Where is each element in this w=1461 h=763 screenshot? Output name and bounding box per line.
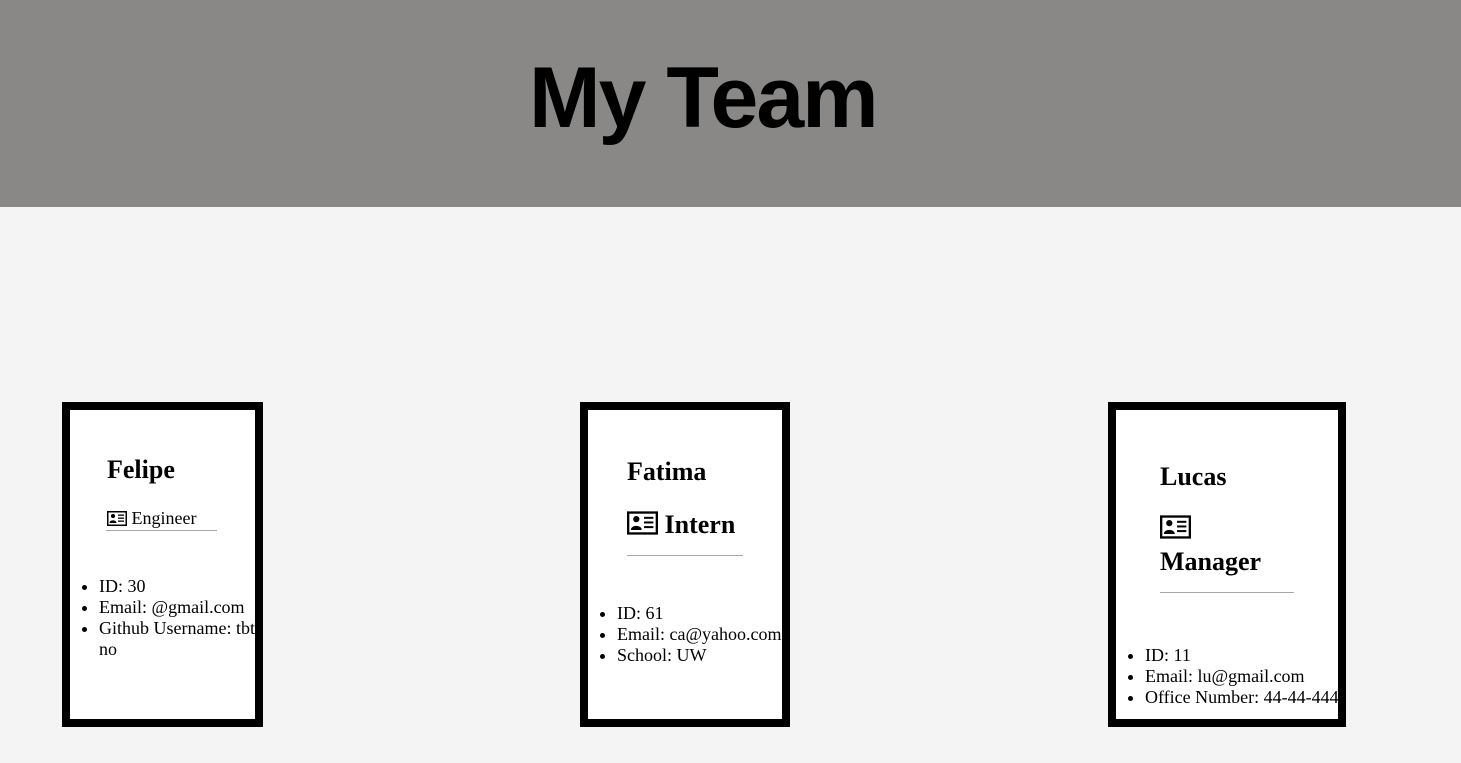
employee-role: Engineer: [107, 507, 196, 529]
id-card-icon: [107, 511, 127, 526]
detail-id: ID: 61: [617, 603, 782, 624]
detail-id: ID: 11: [1145, 645, 1339, 666]
divider: [1160, 592, 1294, 593]
divider: [106, 530, 217, 531]
detail-email: Email: ca@yahoo.com: [617, 624, 782, 645]
detail-school: School: UW: [617, 645, 782, 666]
employee-role: Manager: [1160, 514, 1261, 580]
id-card-icon: [1160, 515, 1191, 539]
detail-email: Email: @gmail.com: [99, 597, 255, 618]
employee-role-label: Manager: [1160, 547, 1262, 576]
employee-name: Fatima: [627, 457, 707, 486]
employee-details: ID: 11 Email: lu@gmail.com Office Number…: [1116, 645, 1339, 708]
employee-name: Felipe: [107, 455, 175, 484]
employee-name: Lucas: [1160, 462, 1227, 491]
page-title: My Team: [529, 50, 879, 146]
employee-role-label: Engineer: [131, 508, 197, 528]
employee-role: Intern: [627, 510, 735, 540]
detail-email: Email: lu@gmail.com: [1145, 666, 1339, 687]
detail-id: ID: 30: [99, 576, 255, 597]
page-header: My Team: [0, 0, 1461, 207]
employee-role-label: Intern: [664, 510, 736, 539]
employee-details: ID: 30 Email: @gmail.com Github Username…: [70, 576, 255, 660]
id-card-icon: [627, 511, 658, 535]
detail-office-number: Office Number: 44-44-444: [1145, 687, 1339, 708]
employee-details: ID: 61 Email: ca@yahoo.com School: UW: [588, 603, 782, 666]
employee-card-intern: Fatima Intern ID: 61 Email: ca@yahoo.com…: [580, 402, 790, 727]
divider: [627, 555, 743, 556]
detail-github: Github Username: tbtno: [99, 618, 255, 660]
employee-card-manager: Lucas Manager ID: 11 Email: lu@gmail.com…: [1108, 402, 1346, 727]
employee-card-engineer: Felipe Engineer ID: 30 Email: @gmail.com…: [62, 402, 263, 727]
